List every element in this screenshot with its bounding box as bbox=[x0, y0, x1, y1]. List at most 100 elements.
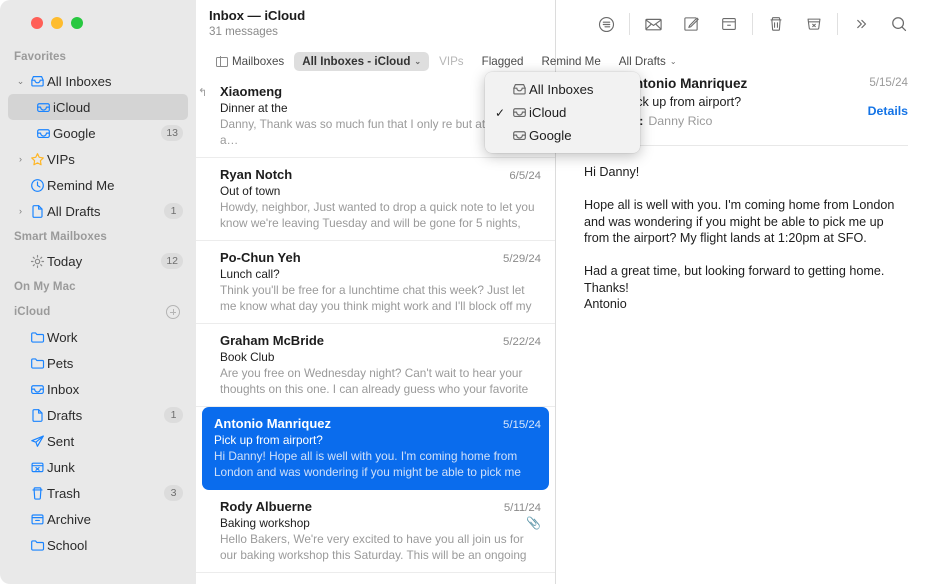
sent-icon bbox=[27, 434, 47, 449]
message-subject: Book Club bbox=[220, 350, 541, 364]
folder-icon bbox=[27, 538, 47, 553]
star-icon bbox=[27, 152, 47, 167]
filter-bar: Mailboxes All Inboxes - iCloud ⌄ VIPs Flagge… bbox=[196, 48, 555, 75]
disclosure-triangle-icon[interactable]: › bbox=[14, 154, 27, 164]
sidebar-item-label: iCloud bbox=[53, 100, 188, 115]
message-sender: Antonio Manriquez bbox=[210, 416, 503, 431]
page-title: Inbox — iCloud bbox=[209, 8, 555, 23]
sidebar-item-all-inboxes[interactable]: ⌄All Inboxes bbox=[8, 68, 188, 94]
dropdown-item-google[interactable]: Google bbox=[485, 124, 640, 147]
add-mailbox-icon[interactable] bbox=[166, 305, 180, 319]
message-list-item[interactable]: Graham McBride5/22/24Book ClubAre you fr… bbox=[196, 324, 555, 407]
clock-icon bbox=[27, 178, 47, 193]
toolbar-trash-icon[interactable] bbox=[757, 9, 795, 39]
message-date: 5/15/24 bbox=[868, 76, 908, 89]
sidebar-item-label: Inbox bbox=[47, 382, 188, 397]
mail-window: Favorites⌄All InboxesiCloudGoogle13›VIPs… bbox=[0, 0, 932, 584]
trash-icon bbox=[27, 486, 47, 501]
sidebar-item-remind-me[interactable]: Remind Me bbox=[8, 172, 188, 198]
filter-tab-remind-me[interactable]: Remind Me bbox=[534, 52, 609, 71]
sidebar-item-today[interactable]: Today12 bbox=[8, 248, 188, 274]
sidebar-section-title: Smart Mailboxes bbox=[0, 224, 196, 248]
message-body: Hi Danny! Hope all is well with you. I'm… bbox=[556, 146, 932, 313]
sidebar-item-label: Work bbox=[47, 330, 188, 345]
sidebar-item-label: Today bbox=[47, 254, 161, 269]
sidebar-item-all-drafts[interactable]: › All Drafts1 bbox=[8, 198, 188, 224]
message-list-item[interactable]: Po-Chun Yeh5/29/24Lunch call?Think you'l… bbox=[196, 241, 555, 324]
message-subject: Out of town bbox=[220, 184, 541, 198]
filter-tab-all-inboxes-icloud[interactable]: All Inboxes - iCloud ⌄ bbox=[294, 52, 429, 71]
archive-icon bbox=[27, 512, 47, 527]
message-sender: Rody Albuerne bbox=[210, 499, 504, 514]
message-subject: Baking workshop bbox=[220, 516, 526, 530]
dropdown-item-label: iCloud bbox=[529, 105, 566, 120]
filter-tab-label: Flagged bbox=[482, 55, 524, 68]
sidebar-item-drafts[interactable]: Drafts1 bbox=[8, 402, 188, 428]
unread-badge: 1 bbox=[164, 203, 183, 219]
zoom-button[interactable] bbox=[71, 17, 83, 29]
message-list-item[interactable]: Rody Albuerne5/11/24Baking workshop📎Hell… bbox=[196, 490, 555, 573]
junk-icon bbox=[27, 460, 47, 475]
draft-icon bbox=[27, 408, 47, 423]
sidebar-item-trash[interactable]: Trash3 bbox=[8, 480, 188, 506]
filter-tab-all-drafts[interactable]: All Drafts⌄ bbox=[611, 52, 685, 71]
message-list-item[interactable]: Ryan Notch6/5/24Out of townHowdy, neighb… bbox=[196, 158, 555, 241]
message-preview: Hello Bakers, We're very excited to have… bbox=[210, 532, 541, 563]
message-preview: Think you'll be free for a lunchtime cha… bbox=[210, 283, 541, 314]
chevron-down-icon: ⌄ bbox=[414, 57, 421, 66]
all-inboxes-icon bbox=[509, 82, 529, 97]
sidebar-item-inbox[interactable]: Inbox bbox=[8, 376, 188, 402]
sidebar-item-sent[interactable]: Sent bbox=[8, 428, 188, 454]
toolbar-filter-icon[interactable] bbox=[587, 9, 625, 39]
toolbar-separator bbox=[752, 13, 753, 35]
sidebar-item-vips[interactable]: ›VIPs bbox=[8, 146, 188, 172]
disclosure-triangle-icon[interactable]: › bbox=[14, 206, 27, 216]
toolbar-separator bbox=[629, 13, 630, 35]
message-preview: Are you free on Wednesday night? Can't w… bbox=[210, 366, 541, 397]
reply-arrow-icon: ↰ bbox=[198, 86, 207, 99]
filter-tab-flagged[interactable]: Flagged bbox=[474, 52, 532, 71]
dropdown-item-icloud[interactable]: ✓iCloud bbox=[485, 101, 640, 124]
sidebar-item-label: Sent bbox=[47, 434, 188, 449]
filter-tab-label: All Inboxes - iCloud bbox=[302, 55, 410, 68]
unread-badge: 12 bbox=[161, 253, 183, 269]
toolbar-mail-icon[interactable] bbox=[634, 9, 672, 39]
sidebar-item-work[interactable]: Work bbox=[8, 324, 188, 350]
mailbox-dropdown-menu[interactable]: All Inboxes ✓iCloudGoogle bbox=[485, 72, 640, 153]
toolbar-archive-icon[interactable] bbox=[710, 9, 748, 39]
message-list-item[interactable]: Antonio Manriquez5/15/24Pick up from air… bbox=[202, 407, 549, 490]
toolbar-compose-icon[interactable] bbox=[672, 9, 710, 39]
sidebar-toggle-icon bbox=[216, 57, 228, 67]
dropdown-item-all-inboxes[interactable]: All Inboxes bbox=[485, 78, 640, 101]
toolbar-junk-icon[interactable] bbox=[795, 9, 833, 39]
close-button[interactable] bbox=[31, 17, 43, 29]
details-link[interactable]: Details bbox=[868, 104, 908, 118]
toolbar bbox=[556, 0, 932, 48]
dropdown-item-label: All Inboxes bbox=[529, 82, 594, 97]
sidebar-item-label: All Drafts bbox=[47, 204, 164, 219]
message-list-item[interactable]: Fleur Lasseur5/10/24Soccer jerseysAre yo… bbox=[196, 573, 555, 584]
filter-tab-label: Remind Me bbox=[542, 55, 601, 68]
sidebar-item-archive[interactable]: Archive bbox=[8, 506, 188, 532]
sidebar-item-label: School bbox=[47, 538, 188, 553]
unread-badge: 1 bbox=[164, 407, 183, 423]
sidebar-item-google[interactable]: Google13 bbox=[8, 120, 188, 146]
sidebar-item-label: Junk bbox=[47, 460, 188, 475]
inbox-icon bbox=[33, 100, 53, 115]
sidebar-item-icloud[interactable]: iCloud bbox=[8, 94, 188, 120]
sidebar: Favorites⌄All InboxesiCloudGoogle13›VIPs… bbox=[0, 0, 196, 584]
filter-tab-vips[interactable]: VIPs bbox=[431, 52, 471, 71]
toolbar-search-icon[interactable] bbox=[880, 9, 918, 39]
message-date: 5/11/24 bbox=[504, 502, 541, 514]
sidebar-item-school[interactable]: School bbox=[8, 532, 188, 558]
message-sender: Po-Chun Yeh bbox=[210, 250, 503, 265]
sidebar-item-junk[interactable]: Junk bbox=[8, 454, 188, 480]
disclosure-triangle-icon[interactable]: ⌄ bbox=[14, 76, 27, 87]
filter-tab-label: VIPs bbox=[439, 55, 463, 68]
all-inboxes-icon bbox=[27, 74, 47, 89]
filter-tab-label: Mailboxes bbox=[232, 55, 284, 68]
toolbar-overflow-icon[interactable] bbox=[842, 9, 880, 39]
sidebar-item-pets[interactable]: Pets bbox=[8, 350, 188, 376]
filter-tab-mailboxes[interactable]: Mailboxes bbox=[208, 52, 292, 71]
minimize-button[interactable] bbox=[51, 17, 63, 29]
